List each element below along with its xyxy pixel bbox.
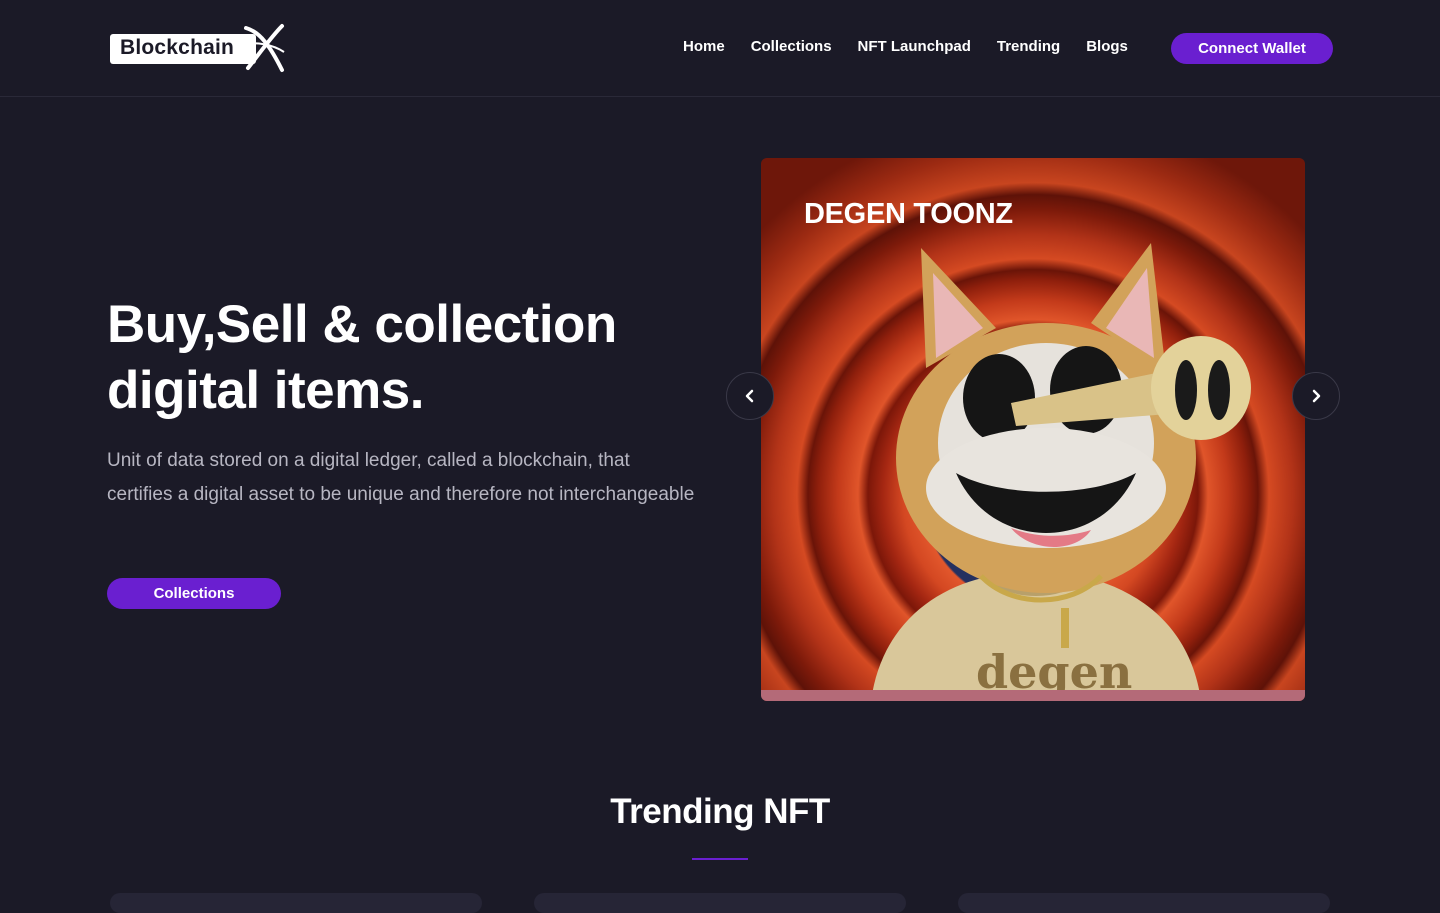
site-header: Blockchain Home Collections NFT Launchpa… (0, 0, 1440, 97)
carousel-progress-strip (761, 690, 1305, 701)
trending-section-title: Trending NFT (610, 792, 830, 831)
blockchain-logo[interactable]: Blockchain (110, 22, 285, 74)
nft-carousel-slide[interactable]: degen DEGEN TOONZ (761, 158, 1305, 701)
hero-title: Buy,Sell & collection digital items. (107, 292, 707, 424)
trending-card[interactable] (110, 893, 482, 913)
hero-collections-button[interactable]: Collections (107, 578, 281, 609)
nft-artwork-image: degen (871, 243, 1251, 701)
trending-card[interactable] (534, 893, 906, 913)
nav-blogs[interactable]: Blogs (1086, 38, 1128, 55)
chevron-right-icon (1312, 389, 1321, 403)
logo-x-icon (243, 24, 285, 72)
carousel-prev-button[interactable] (726, 372, 774, 420)
hero-title-line-2: digital items. (107, 361, 424, 420)
trending-card[interactable] (958, 893, 1330, 913)
hero-title-line-1: Buy,Sell & collection (107, 295, 617, 354)
nav-nft-launchpad[interactable]: NFT Launchpad (858, 38, 971, 55)
main-nav: Home Collections NFT Launchpad Trending … (683, 38, 1154, 55)
nav-home[interactable]: Home (683, 38, 725, 55)
nav-collections[interactable]: Collections (751, 38, 832, 55)
chevron-left-icon (745, 389, 754, 403)
logo-text: Blockchain (120, 36, 235, 59)
section-underline (692, 858, 748, 860)
slide-title: DEGEN TOONZ (804, 198, 1013, 230)
nav-trending[interactable]: Trending (997, 38, 1060, 55)
carousel-next-button[interactable] (1292, 372, 1340, 420)
hero-description: Unit of data stored on a digital ledger,… (107, 450, 695, 505)
connect-wallet-button[interactable]: Connect Wallet (1171, 33, 1333, 64)
